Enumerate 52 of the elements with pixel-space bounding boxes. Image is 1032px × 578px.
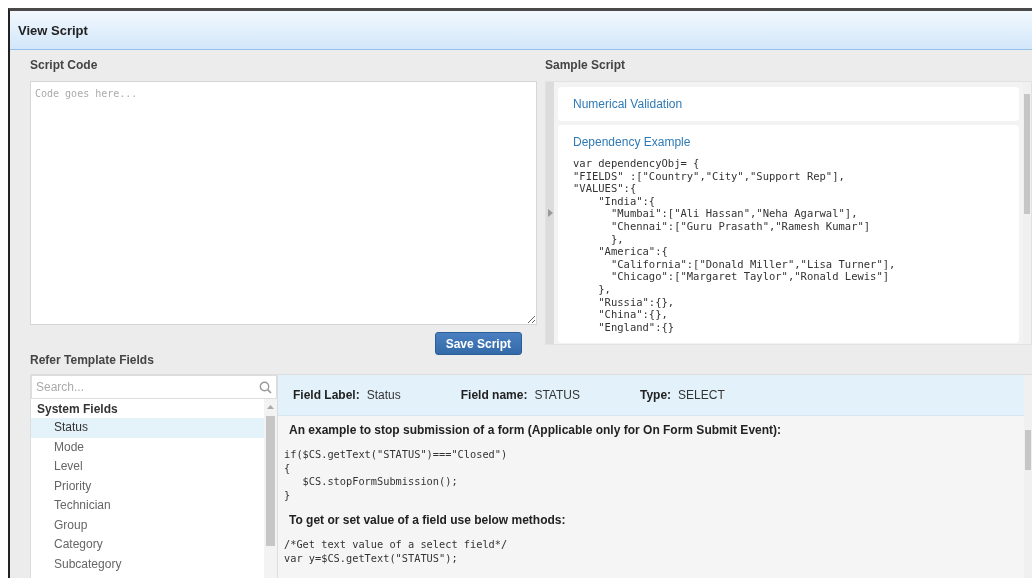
code-line: "California":["Donald Miller","Lisa Turner"], [609,257,896,271]
sample-title-link[interactable]: Numerical Validation [573,97,683,111]
search-icon [259,381,272,394]
code-line: } [284,488,291,502]
field-info-label: Field name: [460,388,528,402]
code-line: }, [597,282,611,296]
section-label: Script Code [30,58,99,73]
code-line: "China":{}, [597,308,668,321]
code-input-field[interactable]: Code goes here... [30,81,537,325]
example-heading: An example to stop submission of a form (Applicable only for On Form Submit Event): [288,423,783,437]
collapse-bar[interactable] [546,82,554,344]
group-heading: System Fields [36,401,119,418]
scrollbar[interactable] [1024,375,1032,578]
field-list-item[interactable]: Level [31,457,264,477]
field-info-value: STATUS [534,388,580,402]
code-line: "America":{ [597,245,668,258]
example-heading: To get or set value of a field use below methods: [288,513,567,527]
code-line: "Mumbai":["Ali Hassan","Neha Agarwal"], [609,207,858,220]
code-line: var dependencyObj= { [573,157,700,170]
field-list-item[interactable]: Status [31,418,264,438]
field-list-item[interactable]: Subcategory [31,554,264,574]
code-line: }, [609,232,624,246]
field-info-label: Type: [639,388,672,402]
code-line: "FIELDS" :["Country","City","Support Rep"], [573,169,845,183]
code-line: "Chicago":["Margaret Taylor","Ronald Lewis"] [609,270,890,283]
code-line: { [284,461,291,475]
search-field[interactable]: Search... [31,375,277,399]
code-line: var y=$CS.getText("STATUS"); [284,551,458,565]
code-line: if($CS.getText("STATUS")==="Closed") [284,448,508,462]
section-label: Refer Template Fields [30,353,155,368]
field-list-item[interactable]: Category [31,535,264,555]
expand-arrow-icon [547,209,553,217]
field-info-label: Field Label: [293,388,360,402]
sample-title-link[interactable]: Dependency Example [573,135,691,149]
code-line: "India":{ [597,194,656,208]
field-list-item[interactable]: Priority [31,476,264,496]
field-info-value: Status [366,388,401,402]
window-title: View Script [18,22,88,38]
save-script-button[interactable]: Save Script [434,332,522,355]
field-info-value: SELECT [678,388,725,402]
field-list-item[interactable]: Technician [31,496,264,516]
scroll-up-icon [267,405,274,409]
section-label: Sample Script [545,58,627,73]
code-line: "Chennai":["Guru Prasath","Ramesh Kumar"] [609,219,871,233]
field-list-item[interactable]: Group [31,515,264,535]
code-line: "VALUES":{ [573,182,637,195]
code-line: /*Get text value of a select field*/ [284,538,508,552]
field-list-item[interactable]: Mode [31,437,264,457]
scrollbar[interactable] [264,399,277,578]
code-line: "England":{} [597,320,675,334]
code-line: $CS.stopFormSubmission(); [301,475,458,489]
code-line: "Russia":{}, [597,295,675,309]
